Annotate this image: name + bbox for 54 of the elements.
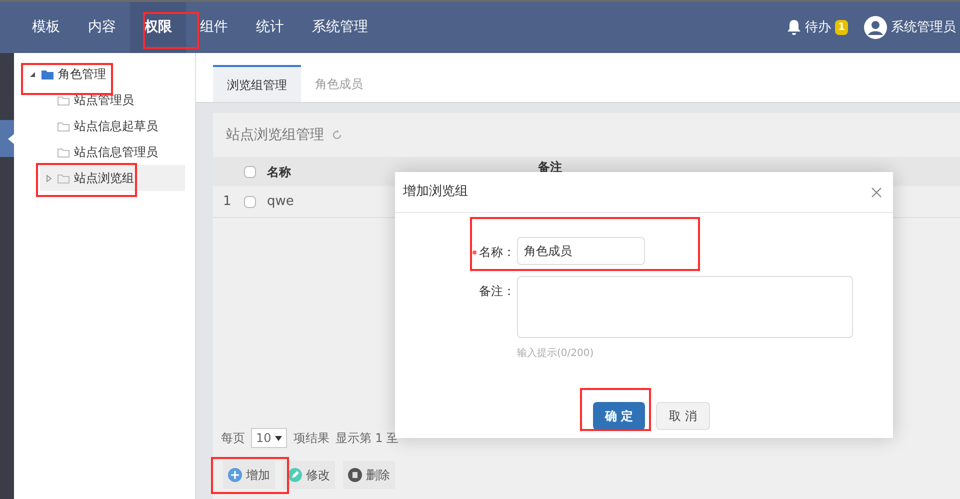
bell-icon[interactable] [787,19,802,36]
tree-item[interactable]: 角色管理 [24,61,185,87]
name-input[interactable]: 角色成员 [517,237,645,265]
confirm-button[interactable]: 确 定 [593,402,646,430]
highlight-frame [143,12,199,49]
collapse-arrow-icon[interactable] [8,134,14,144]
expanded-caret-icon[interactable] [28,70,37,78]
folder-icon [57,146,70,158]
results-label: 项结果 [293,430,330,447]
folder-icon [57,94,70,106]
todo-count-badge: 1 [835,20,848,35]
field-label: 备注： [479,283,515,300]
dropdown-caret-icon [275,436,282,440]
field-label: 名称： [479,244,515,261]
row-checkbox[interactable] [244,196,256,208]
nav-item[interactable]: 统计 [242,2,298,53]
per-page-label: 每页 [221,430,245,447]
field-hint: 输入提示(0/200) [517,346,595,361]
close-icon[interactable] [871,186,882,198]
select-all-checkbox[interactable] [244,166,256,178]
folder-icon [41,68,54,80]
nav-item[interactable]: 组件 [186,2,242,53]
required-asterisk-icon [472,250,477,254]
table-cell-text: qwe [266,192,294,211]
tree-item[interactable]: 站点信息管理员 [40,139,185,165]
delete-button[interactable]: 删除 [343,461,395,489]
page-size-select[interactable]: 10 [251,428,288,448]
user-avatar-icon[interactable] [864,16,887,39]
add-button[interactable]: 增加 [223,461,275,489]
dialog-title: 增加浏览组 [403,183,468,202]
row-number: 1 [222,192,232,211]
tree-item[interactable]: 站点浏览组 [40,165,185,191]
plus-icon [228,468,242,482]
todo-label[interactable]: 待办 [805,18,832,38]
folder-icon [57,172,70,184]
nav-item[interactable]: 系统管理 [298,2,382,53]
edit-button[interactable]: 修改 [283,461,335,489]
tab[interactable]: 浏览组管理 [213,65,301,102]
folder-icon [57,120,70,132]
panel-title: 站点浏览组管理 [226,126,324,144]
nav-item[interactable]: 模板 [18,2,74,53]
nav-item[interactable]: 权限 [130,2,186,53]
pencil-icon [288,468,302,482]
trash-icon [348,468,362,482]
highlight-frame [580,388,651,431]
nav-item[interactable]: 内容 [74,2,130,53]
tree-item[interactable]: 站点管理员 [40,87,185,113]
cancel-button[interactable]: 取 消 [656,402,710,430]
refresh-icon[interactable] [332,130,342,140]
user-name[interactable]: 系统管理员 [891,18,956,38]
column-header: 名称 [266,164,292,180]
collapsed-caret-icon[interactable] [44,174,53,182]
tree-item[interactable]: 站点信息起草员 [40,113,185,139]
column-header: 备注 [537,158,562,176]
